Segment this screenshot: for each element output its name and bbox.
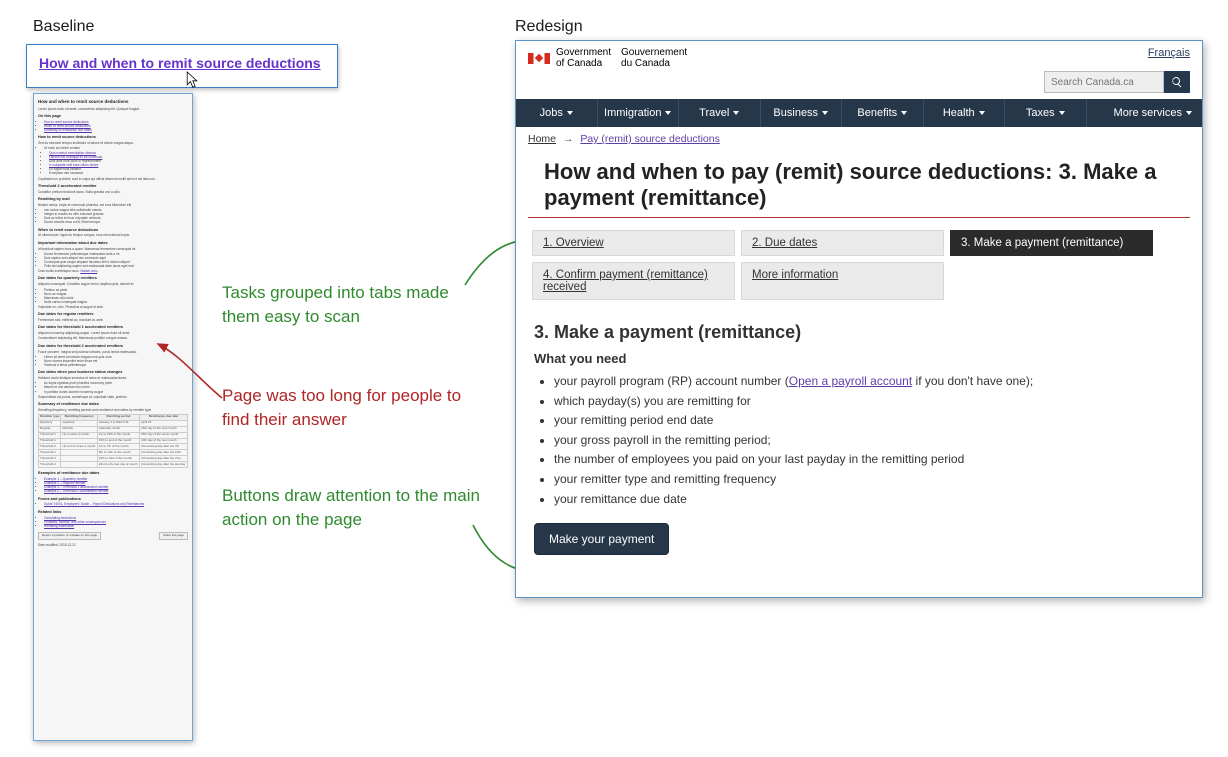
language-toggle[interactable]: Français (1148, 47, 1190, 59)
mega-nav: JobsImmigrationTravelBusinessBenefitsHea… (516, 99, 1202, 127)
canada-flag-icon (528, 53, 550, 64)
open-payroll-account-link[interactable]: Open a payroll account (789, 374, 912, 388)
search-box (1044, 71, 1190, 93)
tab-step-1[interactable]: 1. Overview (532, 230, 735, 256)
section-heading: 3. Make a payment (remittance) (534, 322, 1184, 343)
tab-step-5[interactable]: More information (741, 262, 944, 300)
chevron-down-icon (733, 111, 739, 115)
nav-item-immigration[interactable]: Immigration (598, 99, 680, 127)
chevron-down-icon (979, 111, 985, 115)
nav-item-health[interactable]: Health (924, 99, 1006, 127)
goc-en: Government of Canada (556, 47, 611, 69)
baseline-long-page: How and when to remit source deductions … (33, 93, 193, 741)
tab-step-2[interactable]: 2. Due dates (741, 230, 944, 256)
list-item: your gross payroll in the remitting peri… (554, 431, 1184, 450)
subheading-what-you-need: What you need (534, 351, 1184, 366)
annotation-buttons: Buttons draw attention to the main actio… (222, 484, 492, 532)
chevron-down-icon (567, 111, 573, 115)
list-item: your remittance due date (554, 490, 1184, 509)
bp-summary-table: Remitter type Remitting frequency Remitt… (38, 414, 188, 468)
annotation-too-long: Page was too long for people to find the… (222, 384, 482, 432)
redesign-heading: Redesign (515, 18, 583, 36)
baseline-link-box: How and when to remit source deductions (26, 44, 338, 88)
step-tabs: 1. Overview2. Due dates3. Make a payment… (516, 230, 1202, 300)
nav-item-business[interactable]: Business (761, 99, 843, 127)
chevron-down-icon (1186, 111, 1192, 115)
search-icon (1171, 76, 1183, 88)
breadcrumb-home[interactable]: Home (528, 133, 556, 145)
list-item: your payroll program (RP) account number… (554, 372, 1184, 391)
chevron-down-icon (665, 111, 671, 115)
list-item: your remitter type and remitting frequen… (554, 470, 1184, 489)
chevron-down-icon (822, 111, 828, 115)
breadcrumb: Home → Pay (remit) source deductions (516, 127, 1202, 151)
list-item: the number of employees you paid on your… (554, 450, 1184, 469)
goc-signature: Government of Canada Gouvernement du Can… (528, 47, 687, 69)
search-input[interactable] (1044, 71, 1164, 93)
tab-step-4[interactable]: 4. Confirm payment (remittance) received (532, 262, 735, 300)
nav-item-benefits[interactable]: Benefits (842, 99, 924, 127)
list-item: which payday(s) you are remitting for (554, 392, 1184, 411)
nav-item-jobs[interactable]: Jobs (516, 99, 598, 127)
nav-item-taxes[interactable]: Taxes (1005, 99, 1087, 127)
requirements-list: your payroll program (RP) account number… (554, 372, 1184, 508)
search-button[interactable] (1164, 71, 1190, 93)
baseline-source-link[interactable]: How and when to remit source deductions (39, 55, 321, 71)
nav-item-more-services[interactable]: More services (1087, 99, 1203, 127)
bp-onthispage: On this page (38, 114, 188, 119)
make-payment-button[interactable]: Make your payment (534, 523, 669, 555)
nav-item-travel[interactable]: Travel (679, 99, 761, 127)
annotation-tabs: Tasks grouped into tabs made them easy t… (222, 281, 472, 329)
bp-title: How and when to remit source deductions (38, 99, 188, 105)
chevron-down-icon (901, 111, 907, 115)
baseline-heading: Baseline (33, 18, 94, 36)
tab-step-3[interactable]: 3. Make a payment (remittance) (950, 230, 1153, 256)
goc-fr: Gouvernement du Canada (621, 47, 687, 69)
breadcrumb-parent[interactable]: Pay (remit) source deductions (580, 133, 719, 145)
page-title: How and when to pay (remit) source deduc… (528, 155, 1190, 218)
list-item: your remitting period end date (554, 411, 1184, 430)
redesign-window: Government of Canada Gouvernement du Can… (515, 40, 1203, 598)
chevron-down-icon (1059, 111, 1065, 115)
